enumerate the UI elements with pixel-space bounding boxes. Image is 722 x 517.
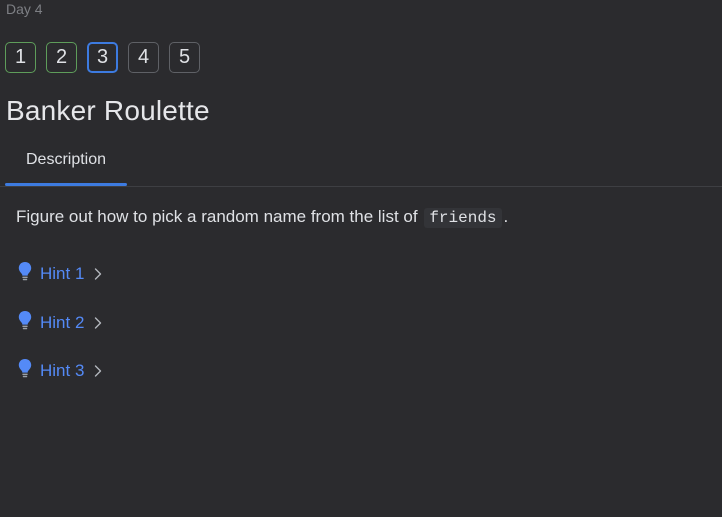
code-snippet: friends	[424, 208, 502, 228]
hint-item-2[interactable]: Hint 2	[17, 309, 103, 337]
page-title: Banker Roulette	[6, 95, 210, 126]
description-text: Figure out how to pick a random name fro…	[16, 207, 418, 226]
hint-list: Hint 1 Hint 2 Hint 3	[17, 260, 103, 406]
day-label: Day 4	[6, 1, 43, 17]
hint-item-1[interactable]: Hint 1	[17, 260, 103, 288]
description-end: .	[503, 207, 509, 226]
lightbulb-icon	[18, 262, 32, 281]
chevron-right-icon	[95, 268, 102, 280]
hint-label: Hint 1	[40, 264, 85, 283]
step-button-1[interactable]: 1	[5, 42, 36, 73]
step-button-2[interactable]: 2	[46, 42, 77, 73]
step-button-3[interactable]: 3	[87, 42, 118, 73]
step-button-5[interactable]: 5	[169, 42, 200, 73]
step-navigator: 1 2 3 4 5	[5, 42, 200, 73]
chevron-right-icon	[95, 365, 102, 377]
task-description: Figure out how to pick a random name fro…	[16, 207, 509, 228]
hint-label: Hint 3	[40, 361, 85, 380]
tab-bar: Description	[0, 140, 722, 187]
hint-item-3[interactable]: Hint 3	[17, 357, 103, 385]
chevron-right-icon	[95, 316, 102, 329]
tab-description[interactable]: Description	[5, 140, 127, 186]
lightbulb-icon	[18, 359, 32, 378]
lightbulb-icon	[18, 310, 32, 329]
step-button-4[interactable]: 4	[128, 42, 159, 73]
hint-label: Hint 2	[40, 312, 85, 332]
